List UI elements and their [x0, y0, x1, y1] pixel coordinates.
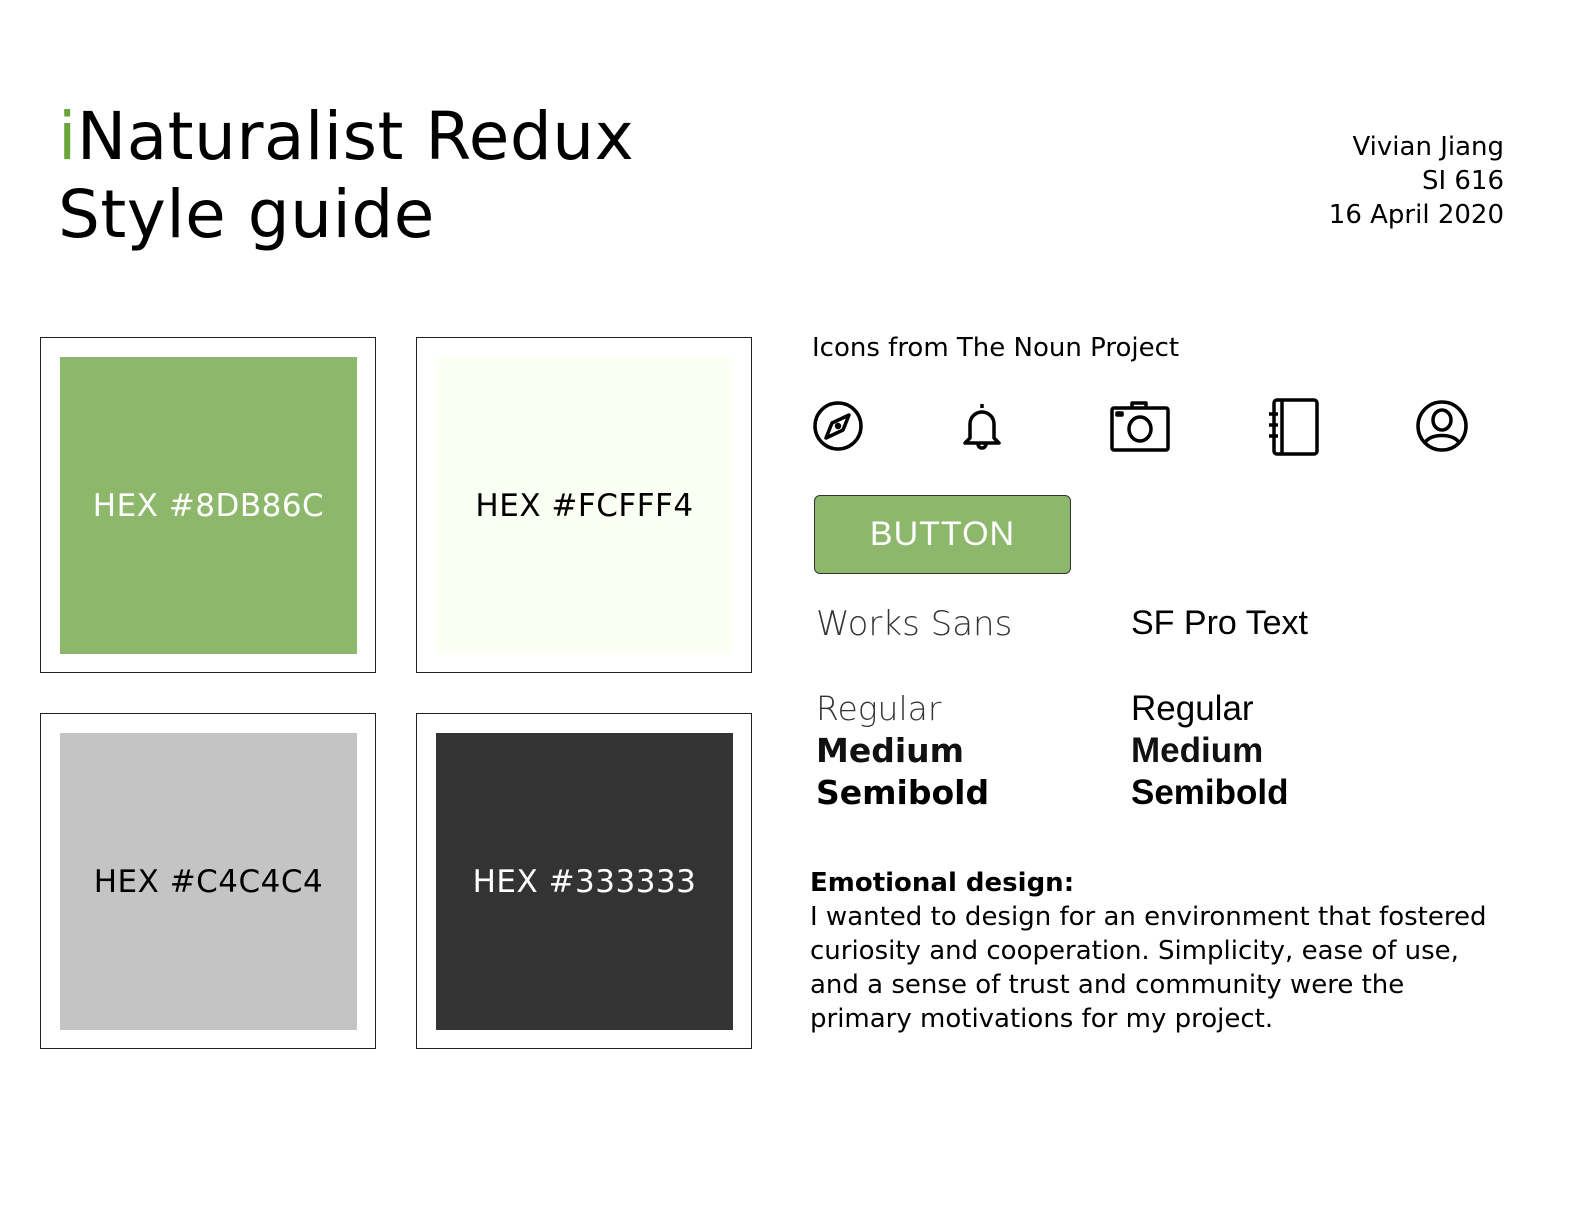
emotional-line: and a sense of trust and community were … [810, 970, 1405, 1000]
author-name: Vivian Jiang [1352, 132, 1504, 162]
notebook-icon [1269, 398, 1319, 456]
weight-regular: Regular [816, 689, 942, 728]
swatch-label: HEX #8DB86C [60, 357, 357, 654]
sf-pro-weights: Regular Medium Semibold [1131, 688, 1289, 814]
weight-semibold: Semibold [816, 773, 990, 812]
icons-heading: Icons from The Noun Project [812, 333, 1180, 363]
title-i: i [58, 98, 77, 175]
camera-icon [1110, 401, 1170, 452]
sample-button[interactable]: BUTTON [814, 495, 1071, 574]
emotional-line: primary motivations for my project. [810, 1004, 1274, 1034]
user-icon [1416, 400, 1468, 452]
emotional-line: I wanted to design for an environment th… [810, 902, 1487, 932]
course: SI 616 [1421, 166, 1504, 196]
bell-icon [963, 404, 1001, 450]
weight-medium: Medium [816, 731, 965, 770]
emotional-design: Emotional design: I wanted to design for… [810, 866, 1510, 1036]
works-sans-weights: Regular Medium Semibold [816, 688, 989, 814]
color-swatch: HEX #8DB86C [40, 337, 376, 673]
emotional-heading: Emotional design: [810, 868, 1075, 898]
compass-icon [813, 401, 863, 451]
weight-medium: Medium [1131, 731, 1264, 770]
date: 16 April 2020 [1328, 200, 1504, 230]
swatch-label: HEX #FCFFF4 [436, 357, 733, 654]
color-swatch: HEX #C4C4C4 [40, 713, 376, 1049]
page-title: iNaturalist Redux Style guide [58, 98, 634, 254]
color-swatch: HEX #FCFFF4 [416, 337, 752, 673]
title-line1: Naturalist Redux [76, 98, 635, 175]
swatch-label: HEX #333333 [436, 733, 733, 1030]
weight-regular: Regular [1131, 689, 1254, 728]
weight-semibold: Semibold [1131, 773, 1289, 812]
title-line2: Style guide [58, 176, 435, 253]
color-swatch: HEX #333333 [416, 713, 752, 1049]
swatch-label: HEX #C4C4C4 [60, 733, 357, 1030]
author-info: Vivian Jiang SI 616 16 April 2020 [1329, 130, 1504, 232]
font-name-works-sans: Works Sans [816, 604, 1013, 644]
font-name-sf-pro: SF Pro Text [1131, 604, 1308, 642]
emotional-line: curiosity and cooperation. Simplicity, e… [810, 936, 1459, 966]
